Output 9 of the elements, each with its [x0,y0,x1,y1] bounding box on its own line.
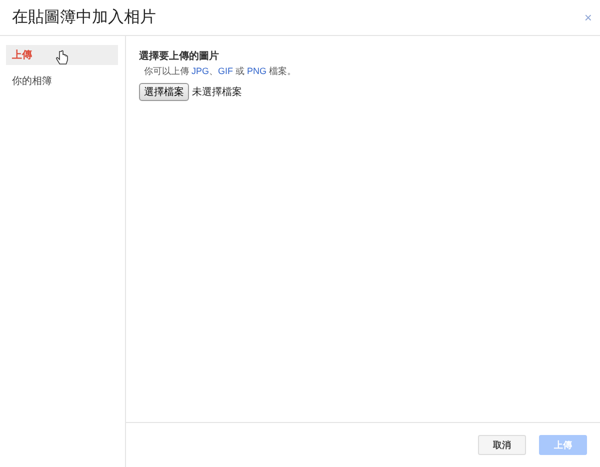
cancel-button[interactable]: 取消 [478,435,526,455]
file-status: 未選擇檔案 [192,86,242,99]
choose-file-button[interactable]: 選擇檔案 [139,83,189,101]
file-type-hint: 你可以上傳 JPG、GIF 或 PNG 檔案。 [144,65,298,78]
dialog-title: 在貼圖簿中加入相片 [12,8,156,28]
section-heading: 選擇要上傳的圖片 [139,50,220,63]
sidebar-item[interactable]: 你的相簿 [6,71,118,91]
sidebar-item[interactable]: 上傳 [6,45,118,65]
hand-cursor-icon [56,50,68,66]
